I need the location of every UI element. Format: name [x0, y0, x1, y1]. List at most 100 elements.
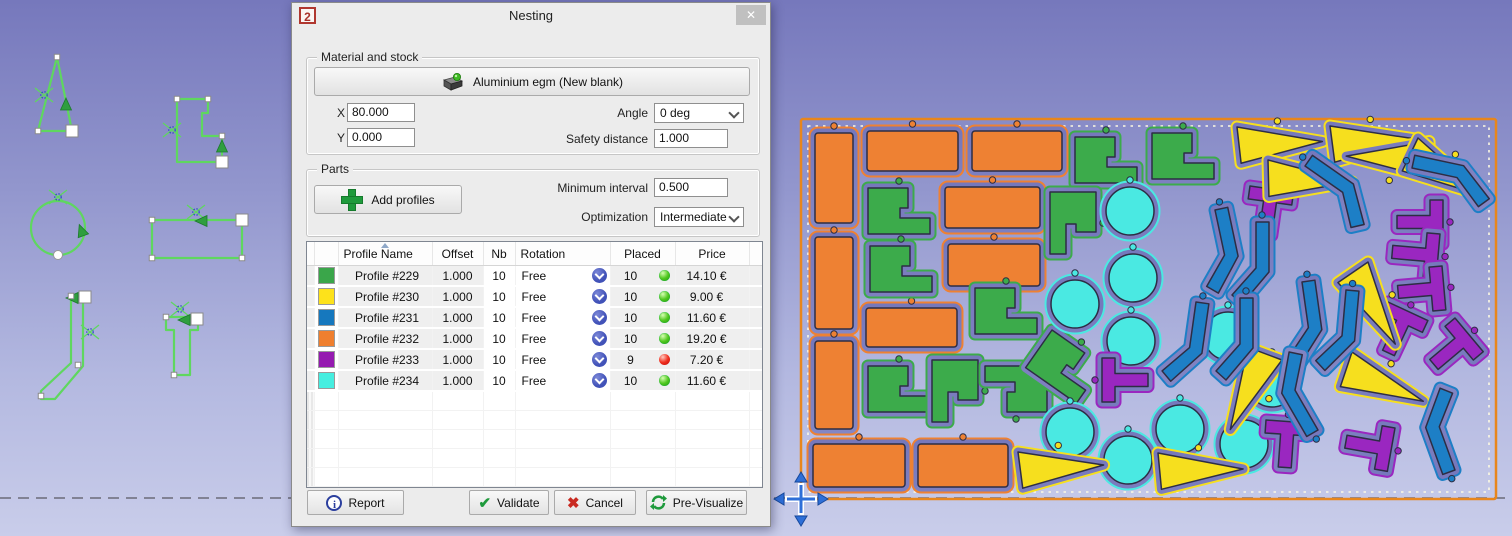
direction-arrow-icon [217, 140, 228, 152]
rotation-dropdown-icon[interactable] [592, 331, 607, 346]
dialog-titlebar[interactable]: 2 Nesting ✕ [292, 3, 770, 29]
profile-nb[interactable]: 10 [483, 370, 515, 391]
table-header-row[interactable]: Profile Name Offset Nb Rotation Placed P… [307, 242, 762, 266]
lead-in-dot [1386, 177, 1393, 184]
center-x-marker [171, 302, 189, 316]
vertex-handle[interactable] [219, 133, 225, 139]
lead-in-dot [908, 298, 914, 304]
close-icon[interactable]: ✕ [736, 5, 766, 25]
profile-sketch[interactable] [149, 205, 248, 261]
vertex-handle[interactable] [79, 291, 91, 303]
angle-select[interactable]: 0 deg [654, 103, 744, 123]
profile-sketch[interactable] [31, 190, 89, 260]
profile-price: 7.20 € [675, 349, 749, 370]
lead-in-dot [1130, 244, 1136, 250]
profile-nb[interactable]: 10 [483, 349, 515, 370]
profile-name: Profile #230 [338, 286, 432, 307]
profile-placed: 10 [612, 269, 650, 283]
vertex-handle[interactable] [35, 128, 41, 134]
profile-sketch[interactable] [163, 96, 228, 168]
vertex-handle[interactable] [216, 156, 228, 168]
lead-in-dot [1125, 426, 1131, 432]
vertex-handle[interactable] [54, 54, 60, 60]
profile-price: 11.60 € [675, 370, 749, 391]
vertex-handle[interactable] [174, 96, 180, 102]
vertex-handle[interactable] [149, 255, 155, 261]
round-handle[interactable] [54, 251, 63, 260]
check-icon: ✔ [478, 494, 491, 512]
report-label: Report [348, 496, 384, 510]
rotation-dropdown-icon[interactable] [592, 310, 607, 325]
rotation-dropdown-icon[interactable] [592, 289, 607, 304]
material-button[interactable]: Aluminium egm (New blank) [314, 67, 750, 96]
profile-row[interactable]: Profile #2331.00010Free97.20 € [307, 349, 762, 370]
info-icon: i [326, 495, 342, 511]
profile-nb[interactable]: 10 [483, 286, 515, 307]
profile-placed: 9 [612, 353, 650, 367]
optimization-select[interactable]: Intermediate [654, 207, 744, 227]
validate-button[interactable]: ✔ Validate [469, 490, 549, 515]
profile-sketch[interactable] [35, 54, 78, 137]
lead-in-dot [896, 178, 902, 184]
cancel-button[interactable]: ✖ Cancel [554, 490, 636, 515]
rotation-dropdown-icon[interactable] [592, 352, 607, 367]
profile-offset: 1.000 [432, 349, 483, 370]
rotation-dropdown-icon[interactable] [592, 268, 607, 283]
lead-in-dot [1128, 307, 1134, 313]
vertex-handle[interactable] [38, 393, 44, 399]
profile-offset: 1.000 [432, 328, 483, 349]
col-nb[interactable]: Nb [483, 242, 515, 266]
profile-row[interactable]: Profile #2341.00010Free1011.60 € [307, 370, 762, 391]
vertex-handle[interactable] [205, 96, 211, 102]
lead-in-dot [989, 177, 995, 183]
col-profile-name[interactable]: Profile Name [338, 242, 432, 266]
optimization-label: Optimization [558, 210, 648, 224]
nested-part-green [868, 178, 930, 234]
vertex-handle[interactable] [236, 214, 248, 226]
profile-sketch[interactable] [38, 291, 99, 399]
vertex-handle[interactable] [163, 314, 169, 320]
col-offset[interactable]: Offset [432, 242, 483, 266]
add-profiles-button[interactable]: Add profiles [314, 185, 462, 214]
x-field[interactable]: 80.000 [347, 103, 415, 122]
previsualize-button[interactable]: Pre-Visualize [646, 490, 747, 515]
report-button[interactable]: i Report [307, 490, 404, 515]
y-field[interactable]: 0.000 [347, 128, 415, 147]
profile-nb[interactable]: 10 [483, 328, 515, 349]
profile-color-swatch [318, 372, 335, 389]
vertex-handle[interactable] [239, 255, 245, 261]
vertex-handle[interactable] [75, 362, 81, 368]
vertex-handle[interactable] [149, 217, 155, 223]
profile-name: Profile #234 [338, 370, 432, 391]
col-price[interactable]: Price [675, 242, 749, 266]
rotation-dropdown-icon[interactable] [592, 373, 607, 388]
profile-row[interactable]: Profile #2311.00010Free1011.60 € [307, 307, 762, 328]
profile-nb[interactable]: 10 [483, 266, 515, 287]
lead-in-dot [1177, 395, 1183, 401]
profile-row[interactable]: Profile #2321.00010Free1019.20 € [307, 328, 762, 349]
nested-part-orange [813, 434, 905, 487]
nested-part-orange [918, 434, 1008, 487]
vertex-handle[interactable] [66, 125, 78, 137]
lead-in-dot [1180, 123, 1186, 129]
profile-row[interactable]: Profile #2301.00010Free109.00 € [307, 286, 762, 307]
vertex-handle[interactable] [171, 372, 177, 378]
safety-distance-field[interactable]: 1.000 [654, 129, 728, 148]
vertex-handle[interactable] [68, 293, 74, 299]
profile-sketch[interactable] [163, 302, 203, 378]
nested-part-orange [867, 121, 958, 171]
nested-part-orange [815, 227, 853, 329]
lead-in-dot [896, 356, 902, 362]
vertex-handle[interactable] [191, 313, 203, 325]
minimum-interval-field[interactable]: 0.500 [654, 178, 728, 197]
profiles-table[interactable]: Profile Name Offset Nb Rotation Placed P… [306, 241, 763, 488]
lead-in-dot [960, 434, 966, 440]
profile-name: Profile #232 [338, 328, 432, 349]
profile-name: Profile #233 [338, 349, 432, 370]
angle-label: Angle [578, 106, 648, 120]
col-rotation[interactable]: Rotation [515, 242, 610, 266]
profile-nb[interactable]: 10 [483, 307, 515, 328]
col-placed[interactable]: Placed [610, 242, 675, 266]
profile-row[interactable]: Profile #2291.00010Free1014.10 € [307, 266, 762, 287]
chevron-down-icon [728, 107, 739, 118]
